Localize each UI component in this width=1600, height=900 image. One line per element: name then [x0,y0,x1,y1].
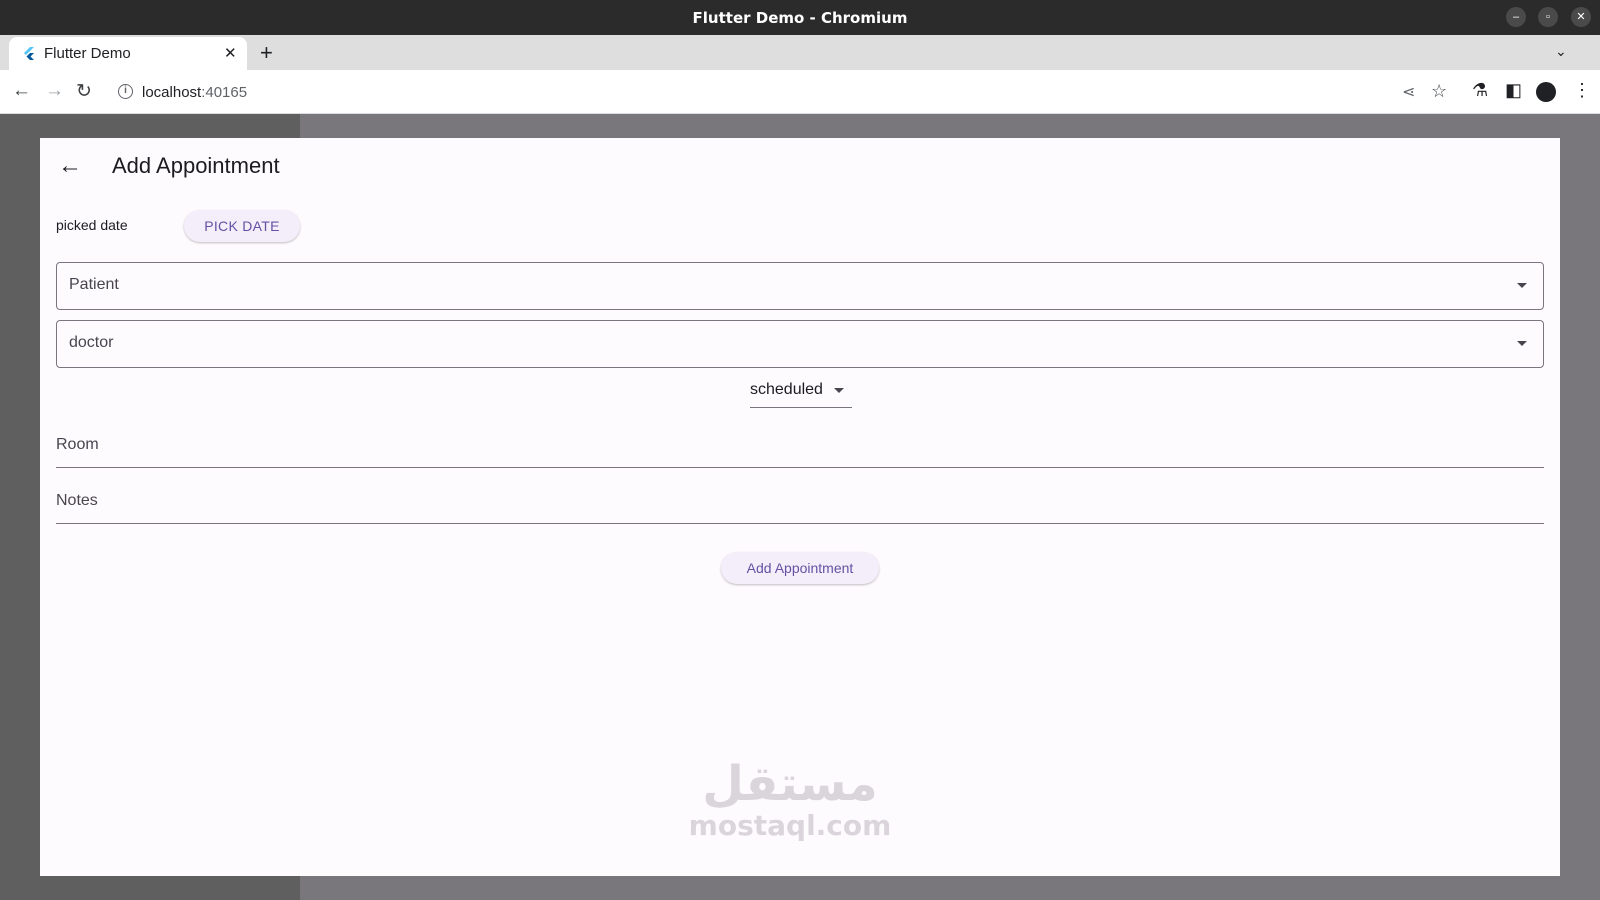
address-bar[interactable]: i localhost:40165 ⋖ ☆ [108,76,1453,108]
minimize-icon[interactable]: – [1506,7,1526,27]
notes-input[interactable]: Notes [56,476,1544,524]
window-titlebar: Flutter Demo - Chromium – ▫ ✕ [0,0,1600,35]
bookmark-star-icon[interactable]: ☆ [1431,81,1447,102]
maximize-icon[interactable]: ▫ [1538,7,1558,27]
picked-date-label: picked date [56,217,128,233]
tab-strip: Flutter Demo ✕ + ⌄ [0,35,1600,70]
watermark-arabic: مستقل [702,756,878,812]
pick-date-button[interactable]: PICK DATE [184,210,300,242]
patient-caret-down-icon [1517,283,1527,288]
status-dropdown[interactable]: scheduled [750,378,852,408]
forward-icon[interactable]: → [45,80,64,102]
extensions-icon[interactable]: ⚗ [1472,80,1488,101]
new-tab-icon[interactable]: + [260,40,273,66]
tab-title: Flutter Demo [44,45,131,62]
add-appointment-button[interactable]: Add Appointment [721,552,879,584]
doctor-dropdown[interactable]: doctor [56,320,1544,368]
back-icon[interactable]: ← [12,80,31,102]
app-back-arrow-icon[interactable]: ← [58,152,82,180]
browser-menu-icon[interactable]: ⋮ [1573,80,1591,101]
status-caret-down-icon [834,388,844,393]
doctor-dropdown-label: doctor [69,334,114,351]
page-viewport: ← Add Appointment picked date PICK DATE … [0,114,1600,900]
patient-dropdown-label: Patient [69,276,119,293]
browser-toolbar: ← → ↻ i localhost:40165 ⋖ ☆ ⚗ ◧ ⋮ [0,70,1600,114]
site-info-icon[interactable]: i [118,84,133,99]
url-text[interactable]: localhost:40165 [142,84,247,101]
share-icon[interactable]: ⋖ [1402,82,1415,102]
window-title: Flutter Demo - Chromium [692,9,908,27]
add-appointment-page: ← Add Appointment picked date PICK DATE … [40,138,1560,876]
close-window-icon[interactable]: ✕ [1571,7,1591,27]
room-input-label: Room [56,436,99,453]
url-port: :40165 [201,84,248,101]
reload-icon[interactable]: ↻ [76,80,92,103]
notes-input-label: Notes [56,492,98,509]
tab-search-chevron-icon[interactable]: ⌄ [1555,43,1567,60]
flutter-favicon-icon [24,47,34,60]
watermark-latin: mostaql.com [688,809,892,842]
profile-avatar-icon[interactable] [1536,82,1556,102]
page-title: Add Appointment [112,153,280,178]
doctor-caret-down-icon [1517,341,1527,346]
room-input[interactable]: Room [56,420,1544,468]
patient-dropdown[interactable]: Patient [56,262,1544,310]
mostaql-watermark: مستقل mostaql.com [680,758,900,842]
status-value: scheduled [750,381,823,398]
browser-tab[interactable]: Flutter Demo ✕ [9,37,247,70]
side-panel-icon[interactable]: ◧ [1505,80,1522,101]
url-host: localhost [142,84,202,101]
tab-close-icon[interactable]: ✕ [224,44,237,62]
